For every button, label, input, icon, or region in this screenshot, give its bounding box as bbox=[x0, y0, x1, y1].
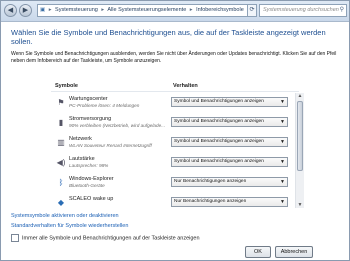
always-show-all-checkbox-row[interactable]: Immer alle Symbole und Benachrichtigunge… bbox=[11, 234, 200, 242]
column-header-behavior: Verhalten bbox=[173, 83, 198, 89]
chevron-down-icon: ▼ bbox=[280, 159, 285, 165]
bluetooth-icon: ᛒ bbox=[58, 178, 64, 187]
cancel-button[interactable]: Abbrechen bbox=[275, 246, 313, 258]
behavior-dropdown[interactable]: Symbol und Benachrichtigungen anzeigen ▼ bbox=[171, 97, 288, 107]
behavior-dropdown[interactable]: Symbol und Benachrichtigungen anzeigen ▼ bbox=[171, 137, 288, 147]
search-input[interactable]: Systemsteuerung durchsuchen ⚲ bbox=[259, 4, 347, 17]
table-row: ◀) Lautstärke Lautsprecher: 98% Symbol u… bbox=[51, 154, 299, 174]
always-show-all-checkbox[interactable] bbox=[11, 234, 19, 242]
behavior-value: Symbol und Benachrichtigungen anzeigen bbox=[174, 99, 264, 104]
table-row: ᛒ Windows-Explorer Bluetooth-Geräte Nur … bbox=[51, 174, 299, 194]
row-subtitle: PC-Probleme lösen: 4 Meldungen bbox=[69, 103, 140, 108]
row-name: Wartungscenter bbox=[69, 96, 108, 102]
control-panel-window: ◀ ▶ ▣ ▸ Systemsteuerung ▸ Alle Systemste… bbox=[0, 0, 350, 261]
row-name: Lautstärke bbox=[69, 156, 95, 162]
behavior-dropdown[interactable]: Nur Benachrichtigungen anzeigen ▼ bbox=[171, 197, 288, 207]
system-icons-link[interactable]: Systemsymbole aktivieren oder deaktivier… bbox=[11, 213, 119, 219]
row-name: Netzwerk bbox=[69, 136, 92, 142]
search-placeholder: Systemsteuerung durchsuchen bbox=[263, 7, 339, 13]
ok-button[interactable]: OK bbox=[245, 246, 271, 258]
refresh-button[interactable]: ⟳ bbox=[247, 4, 257, 17]
chevron-down-icon: ▼ bbox=[280, 119, 285, 125]
chevron-down-icon: ▼ bbox=[280, 139, 285, 145]
forward-button[interactable]: ▶ bbox=[19, 4, 32, 17]
control-panel-icon: ▣ bbox=[40, 7, 46, 13]
breadcrumb-item[interactable]: Systemsteuerung bbox=[55, 7, 98, 13]
behavior-dropdown[interactable]: Symbol und Benachrichtigungen anzeigen ▼ bbox=[171, 157, 288, 167]
row-name: Windows-Explorer bbox=[69, 176, 114, 182]
battery-icon: ▮ bbox=[58, 118, 64, 127]
breadcrumb-separator-icon: ▸ bbox=[189, 7, 193, 13]
scroll-up-icon[interactable]: ▲ bbox=[296, 93, 304, 99]
network-icon: ▥ bbox=[57, 138, 65, 147]
behavior-value: Nur Benachrichtigungen anzeigen bbox=[174, 199, 247, 204]
search-icon[interactable]: ⚲ bbox=[340, 5, 344, 16]
page-description: Wenn Sie Symbole und Benachrichtigungen … bbox=[11, 51, 337, 64]
row-subtitle: WLAN Souveteur Renard Internetzugriff bbox=[69, 143, 152, 148]
table-row: ▥ Netzwerk WLAN Souveteur Renard Interne… bbox=[51, 134, 299, 154]
address-toolbar: ◀ ▶ ▣ ▸ Systemsteuerung ▸ Alle Systemste… bbox=[1, 1, 349, 22]
table-row: ⚑ Wartungscenter PC-Probleme lösen: 4 Me… bbox=[51, 94, 299, 114]
chevron-down-icon: ▼ bbox=[280, 99, 285, 105]
table-row: ◆ SCALEO wake up Nur Benachrichtigungen … bbox=[51, 194, 299, 208]
back-button[interactable]: ◀ bbox=[4, 4, 17, 17]
behavior-dropdown[interactable]: Symbol und Benachrichtigungen anzeigen ▼ bbox=[171, 117, 288, 127]
row-name: SCALEO wake up bbox=[69, 196, 114, 202]
behavior-value: Nur Benachrichtigungen anzeigen bbox=[174, 179, 247, 184]
breadcrumb-separator-icon: ▸ bbox=[101, 7, 105, 13]
row-name: Stromversorgung bbox=[69, 116, 112, 122]
table-row: ▮ Stromversorgung 90% verbleiben (Netzbe… bbox=[51, 114, 299, 134]
column-header-symbols: Symbole bbox=[55, 83, 78, 89]
breadcrumb-separator-icon: ▸ bbox=[48, 7, 52, 13]
behavior-value: Symbol und Benachrichtigungen anzeigen bbox=[174, 159, 264, 164]
restore-default-link[interactable]: Standardverhalten für Symbole wiederhers… bbox=[11, 223, 128, 229]
scrollbar-thumb[interactable] bbox=[297, 101, 303, 171]
chevron-down-icon: ▼ bbox=[280, 179, 285, 185]
flag-icon: ⚑ bbox=[57, 98, 65, 107]
behavior-value: Symbol und Benachrichtigungen anzeigen bbox=[174, 139, 264, 144]
app-icon: ◆ bbox=[57, 198, 65, 207]
checkbox-label: Immer alle Symbole und Benachrichtigunge… bbox=[22, 235, 200, 242]
page-title: Wählen Sie die Symbole und Benachrichtig… bbox=[11, 28, 326, 46]
chevron-down-icon: ▼ bbox=[280, 199, 285, 205]
row-subtitle: Bluetooth-Geräte bbox=[69, 183, 105, 188]
behavior-dropdown[interactable]: Nur Benachrichtigungen anzeigen ▼ bbox=[171, 177, 288, 187]
speaker-icon: ◀) bbox=[56, 158, 66, 167]
row-subtitle: Lautsprecher: 98% bbox=[69, 163, 109, 168]
behavior-value: Symbol und Benachrichtigungen anzeigen bbox=[174, 119, 264, 124]
breadcrumb-item[interactable]: Infobereichsymbole bbox=[196, 7, 244, 13]
vertical-scrollbar[interactable]: ▲ ▼ bbox=[295, 93, 304, 208]
breadcrumb-item[interactable]: Alle Systemsteuerungselemente bbox=[107, 7, 186, 13]
address-bar[interactable]: ▣ ▸ Systemsteuerung ▸ Alle Systemsteueru… bbox=[37, 4, 249, 17]
row-subtitle: 90% verbleiben (Netzbetrieb, wird aufgel… bbox=[69, 123, 166, 128]
header-divider bbox=[51, 91, 299, 92]
scroll-down-icon[interactable]: ▼ bbox=[296, 202, 304, 208]
